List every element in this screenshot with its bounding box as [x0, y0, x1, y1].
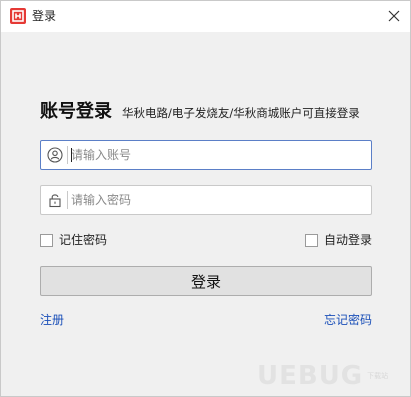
window-title: 登录: [32, 9, 57, 23]
remember-password-checkbox[interactable]: 记住密码: [40, 233, 107, 247]
user-icon: [47, 147, 63, 163]
password-field[interactable]: [40, 185, 372, 215]
username-input[interactable]: [71, 144, 361, 166]
text-caret: [71, 148, 72, 162]
close-icon: [388, 10, 400, 22]
login-button[interactable]: 登录: [40, 266, 372, 296]
remember-password-label: 记住密码: [59, 233, 108, 247]
password-input[interactable]: [71, 189, 361, 211]
watermark-text: UEBUG: [257, 361, 364, 391]
close-button[interactable]: [382, 5, 406, 27]
register-link[interactable]: 注册: [40, 313, 64, 327]
login-hint: 华秋电路/电子发烧友/华秋商城账户可直接登录: [122, 106, 360, 120]
watermark-subtext: 下载站: [367, 371, 389, 380]
login-window: 登录 账号登录 华秋电路/电子发烧友/华秋商城账户可直接登录 记住密码: [0, 0, 411, 397]
field-divider: [67, 146, 68, 164]
field-divider: [67, 191, 68, 209]
title-bar: 登录: [1, 1, 410, 32]
checkbox-box[interactable]: [305, 233, 318, 247]
forgot-password-link[interactable]: 忘记密码: [324, 313, 372, 327]
auto-login-label: 自动登录: [324, 233, 373, 247]
username-field[interactable]: [40, 140, 372, 170]
app-logo-icon: [10, 8, 26, 24]
watermark-logo: UEBUG 下载站: [257, 361, 407, 391]
auto-login-checkbox[interactable]: 自动登录: [305, 233, 372, 247]
lock-icon: [49, 194, 61, 208]
checkbox-box[interactable]: [40, 233, 53, 247]
page-title: 账号登录: [40, 101, 112, 122]
